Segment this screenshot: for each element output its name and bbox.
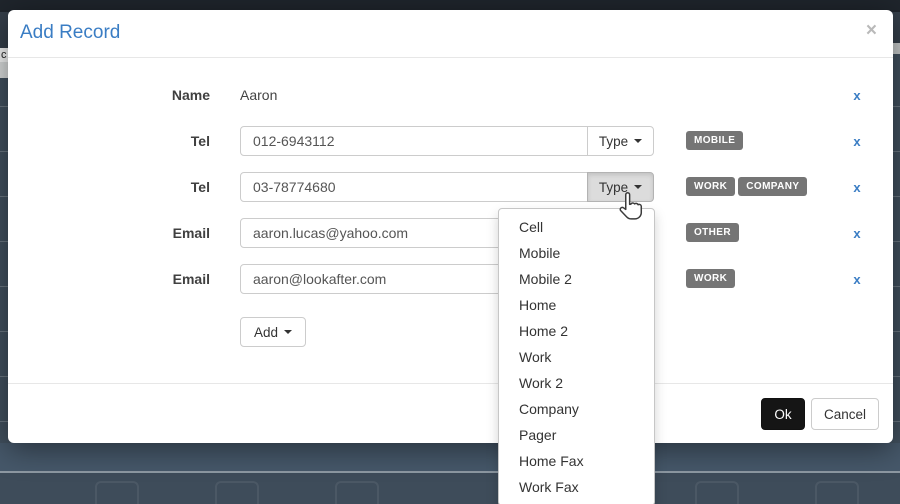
caret-down-icon	[284, 330, 292, 334]
ok-button[interactable]: Ok	[761, 398, 805, 430]
form-row-tel-2: Tel Type WORK COMPANY x	[8, 172, 893, 202]
dropdown-item-home[interactable]: Home	[499, 292, 654, 318]
background-gray-block	[893, 43, 900, 54]
dropdown-item-work[interactable]: Work	[499, 344, 654, 370]
cancel-button[interactable]: Cancel	[811, 398, 879, 430]
type-badge: OTHER	[686, 223, 739, 242]
type-badge: WORK	[686, 269, 735, 288]
caret-down-icon	[634, 139, 642, 143]
tel-input-1[interactable]	[240, 126, 588, 156]
tel-label: Tel	[8, 179, 210, 195]
badge-group: OTHER	[686, 223, 742, 242]
type-button-label: Type	[599, 180, 628, 195]
email-label: Email	[8, 271, 210, 287]
type-dropdown-button[interactable]: Type	[587, 126, 654, 156]
type-dropdown-menu: Cell Mobile Mobile 2 Home Home 2 Work Wo…	[498, 208, 655, 504]
dropdown-item-home-2[interactable]: Home 2	[499, 318, 654, 344]
remove-row-link[interactable]: x	[846, 134, 868, 149]
modal-header: Add Record ×	[8, 10, 893, 58]
type-badge: COMPANY	[738, 177, 807, 196]
background-ghost-icon	[335, 481, 379, 504]
background-partial-row: c	[0, 48, 8, 62]
name-label: Name	[8, 87, 210, 103]
dropdown-item-company[interactable]: Company	[499, 396, 654, 422]
background-footer-row	[0, 473, 900, 504]
modal-title: Add Record	[20, 22, 120, 44]
tel-label: Tel	[8, 133, 210, 149]
tel-input-group: Type	[240, 126, 654, 156]
tel-input-2[interactable]	[240, 172, 588, 202]
type-button-label: Type	[599, 134, 628, 149]
type-badge: WORK	[686, 177, 735, 196]
dropdown-item-pager[interactable]: Pager	[499, 422, 654, 448]
background-ghost-icon	[815, 481, 859, 504]
remove-row-link[interactable]: x	[846, 180, 868, 195]
background-gray-row	[0, 62, 8, 78]
add-button-label: Add	[254, 325, 278, 340]
remove-row-link[interactable]: x	[846, 226, 868, 241]
dropdown-item-mobile[interactable]: Mobile	[499, 240, 654, 266]
caret-down-icon	[634, 185, 642, 189]
background-ghost-icon	[95, 481, 139, 504]
modal-close-icon[interactable]: ×	[866, 21, 877, 40]
tel-input-group: Type	[240, 172, 654, 202]
dropdown-item-mobile-2[interactable]: Mobile 2	[499, 266, 654, 292]
badge-group: WORK COMPANY	[686, 177, 810, 196]
footer-divider	[8, 383, 893, 384]
dropdown-item-work-fax[interactable]: Work Fax	[499, 474, 654, 500]
background-partial-text: c	[1, 48, 7, 62]
screen: c Add Record × Name Aaron x Tel	[0, 0, 900, 504]
badge-group: WORK	[686, 269, 738, 288]
name-value: Aaron	[240, 87, 277, 103]
dropdown-item-cell[interactable]: Cell	[499, 214, 654, 240]
dropdown-item-work-2[interactable]: Work 2	[499, 370, 654, 396]
dropdown-item-home-fax[interactable]: Home Fax	[499, 448, 654, 474]
background-footer-band	[0, 443, 900, 471]
email-label: Email	[8, 225, 210, 241]
form-row-name: Name Aaron x	[8, 80, 893, 110]
badge-group: MOBILE	[686, 131, 746, 150]
type-badge: MOBILE	[686, 131, 743, 150]
background-ghost-icon	[215, 481, 259, 504]
remove-row-link[interactable]: x	[846, 272, 868, 287]
remove-row-link[interactable]: x	[846, 88, 868, 103]
type-dropdown-button-active[interactable]: Type	[587, 172, 654, 202]
form-row-email-2: Email Type WORK x	[8, 264, 893, 294]
add-record-modal: Add Record × Name Aaron x Tel Type MOBIL…	[8, 10, 893, 443]
add-dropdown-button[interactable]: Add	[240, 317, 306, 347]
background-ghost-icon	[695, 481, 739, 504]
form-row-email-1: Email Type OTHER x	[8, 218, 893, 248]
form-row-tel-1: Tel Type MOBILE x	[8, 126, 893, 156]
